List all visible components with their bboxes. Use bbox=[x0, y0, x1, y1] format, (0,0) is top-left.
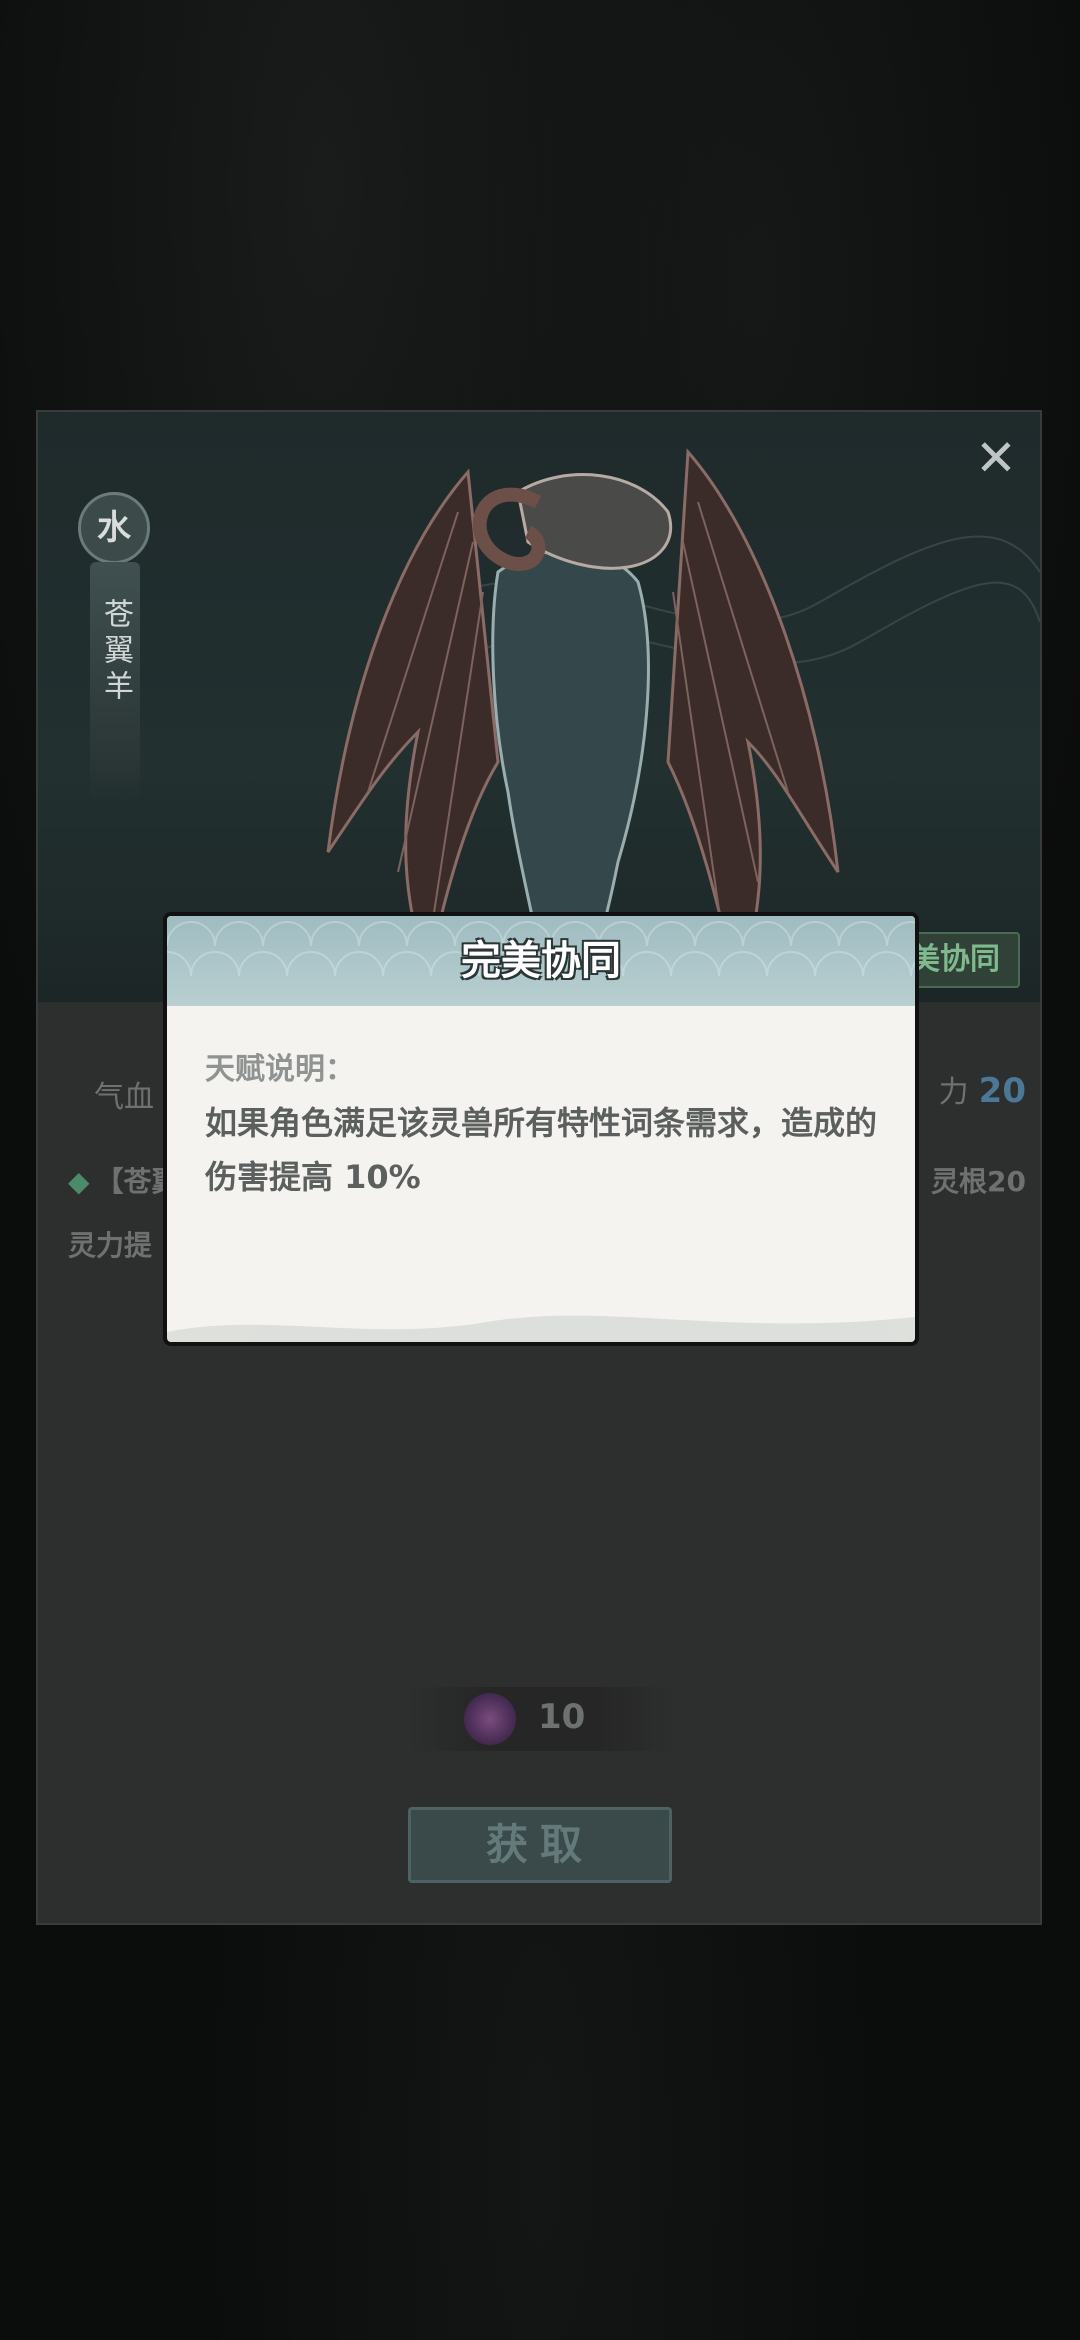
talent-subtitle: 天赋说明： bbox=[205, 1052, 355, 1087]
talent-info-dialog: 完美协同 天赋说明： 如果角色满足该灵兽所有特性词条需求，造成的伤害提高 10% bbox=[163, 912, 919, 1346]
talent-description: 如果角色满足该灵兽所有特性词条需求，造成的伤害提高 10% bbox=[205, 1104, 878, 1196]
ink-wash-decoration bbox=[167, 1315, 915, 1342]
dialog-header: 完美协同 bbox=[167, 916, 915, 1006]
dialog-title: 完美协同 bbox=[461, 937, 621, 984]
